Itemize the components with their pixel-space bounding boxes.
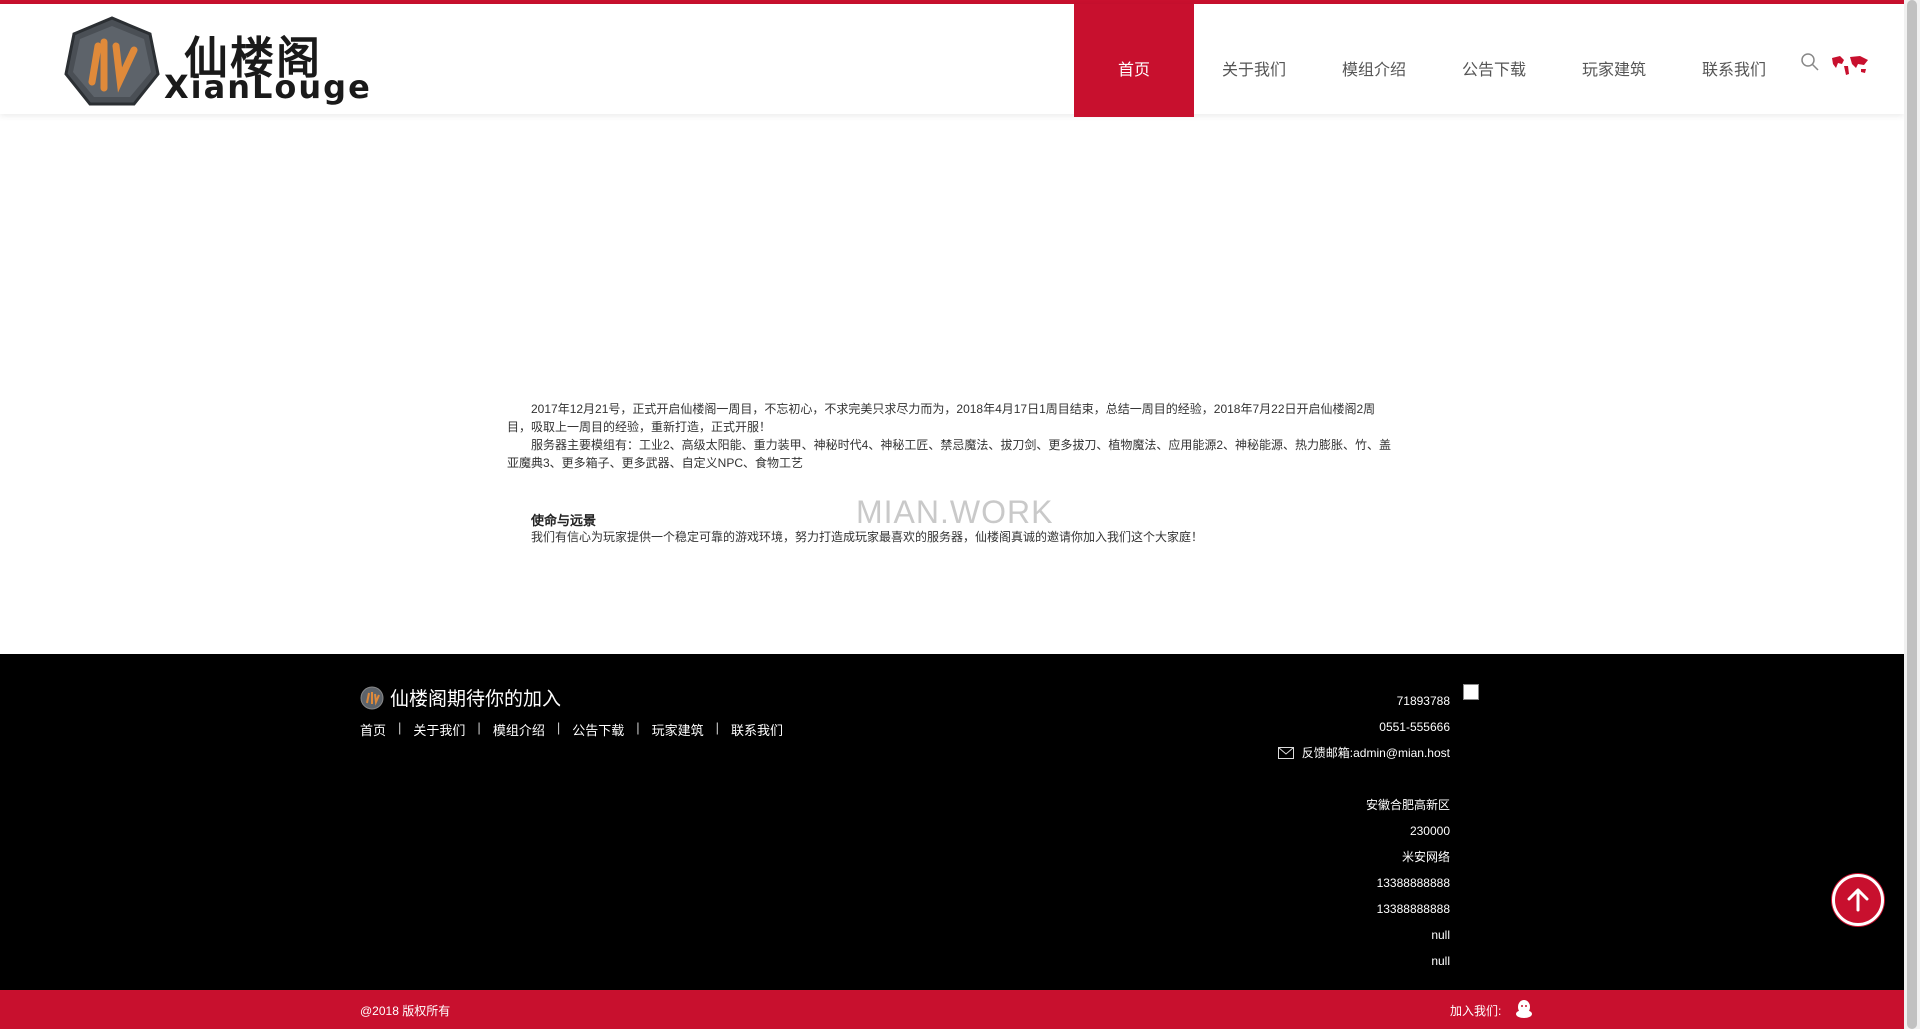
search-icon[interactable] <box>1800 52 1820 72</box>
page-scrollbar[interactable] <box>1904 0 1920 1029</box>
mission-title: 使命与远景 <box>531 513 597 528</box>
footer-logo-icon <box>360 686 384 709</box>
contact-qq: 71893788 <box>1396 694 1450 708</box>
site-footer: 仙楼阁期待你的加入 首页 | 关于我们 | 模组介绍 | 公告下载 | 玩家建筑… <box>0 654 1904 990</box>
footer-links: 首页 | 关于我们 | 模组介绍 | 公告下载 | 玩家建筑 | 联系我们 <box>360 720 783 739</box>
contact-company: 米安网络 <box>1401 850 1450 864</box>
contact-email: 反馈邮箱:admin@mian.host <box>1301 746 1450 760</box>
footer-contact-info: 71893788 0551-555666 反馈邮箱:admin@mian.hos… <box>1277 688 1450 974</box>
footer-link-separator: | <box>636 720 640 735</box>
site-header: 仙楼阁 XianLouge 首页 关于我们 模组介绍 公告下载 玩家建筑 联系我… <box>0 4 1904 117</box>
footer-link-separator: | <box>398 720 402 735</box>
nav-item-about[interactable]: 关于我们 <box>1194 4 1314 117</box>
contact-phone: 0551-555666 <box>1379 720 1450 734</box>
contact-email-row: 反馈邮箱:admin@mian.host <box>1277 740 1450 766</box>
footer-qrcode-image <box>1463 684 1479 700</box>
back-to-top-button[interactable] <box>1832 874 1884 926</box>
nav-item-builds[interactable]: 玩家建筑 <box>1554 4 1674 117</box>
nav-item-contact[interactable]: 联系我们 <box>1674 4 1794 117</box>
scrollbar-thumb[interactable] <box>1907 0 1917 1029</box>
footer-link-mods[interactable]: 模组介绍 <box>493 720 545 739</box>
contact-address: 安徽合肥高新区 <box>1365 798 1450 812</box>
nav-item-downloads[interactable]: 公告下载 <box>1434 4 1554 117</box>
footer-link-separator: | <box>477 720 481 735</box>
page: 仙楼阁 XianLouge 首页 关于我们 模组介绍 公告下载 玩家建筑 联系我… <box>0 0 1904 1029</box>
site-logo[interactable]: 仙楼阁 XianLouge <box>64 14 370 110</box>
footer-link-separator: | <box>556 720 561 735</box>
qq-penguin-icon[interactable] <box>1515 999 1533 1019</box>
footer-brand: 仙楼阁期待你的加入 <box>360 684 561 711</box>
footer-link-builds[interactable]: 玩家建筑 <box>652 720 704 739</box>
footer-link-downloads[interactable]: 公告下载 <box>572 720 624 739</box>
footer-link-separator: | <box>715 720 720 735</box>
nav-item-home[interactable]: 首页 <box>1074 4 1194 117</box>
watermark-text: MIAN.WORK <box>856 494 1054 530</box>
main-nav: 首页 关于我们 模组介绍 公告下载 玩家建筑 联系我们 <box>1074 4 1794 117</box>
logo-emblem-icon <box>64 16 160 106</box>
contact-mobile-1: 13388888888 <box>1376 876 1450 890</box>
copyright-text: @2018 版权所有 <box>360 1004 451 1018</box>
mission-text: 我们有信心为玩家提供一个稳定可靠的游戏环境，努力打造成玩家最喜欢的服务器，仙楼阁… <box>531 530 1204 544</box>
join-us-label: 加入我们: <box>1450 1004 1502 1018</box>
contact-postcode: 230000 <box>1409 824 1450 838</box>
contact-mobile-2: 13388888888 <box>1376 902 1450 916</box>
footer-brand-text: 仙楼阁期待你的加入 <box>390 689 562 710</box>
logo-english-text: XianLouge <box>164 68 372 106</box>
footer-link-home[interactable]: 首页 <box>360 720 386 739</box>
intro-paragraph-2: 服务器主要模组有：工业2、高级太阳能、重力装甲、神秘时代4、神秘工匠、禁忌魔法、… <box>507 438 1392 470</box>
intro-paragraph-1: 2017年12月21号，正式开启仙楼阁一周目，不忘初心，不求完美只求尽力而为，2… <box>507 402 1376 434</box>
globe-icon[interactable] <box>1830 54 1870 76</box>
join-us: 加入我们: <box>1450 999 1533 1019</box>
intro-text: 2017年12月21号，正式开启仙楼阁一周目，不忘初心，不求完美只求尽力而为，2… <box>507 400 1395 472</box>
arrow-up-icon <box>1847 888 1869 912</box>
footer-link-about[interactable]: 关于我们 <box>413 720 465 739</box>
contact-null-1: null <box>1431 928 1450 942</box>
copyright-bar: @2018 版权所有 加入我们: <box>0 990 1904 1029</box>
mail-icon <box>1277 747 1294 759</box>
contact-null-2: null <box>1431 954 1450 968</box>
nav-item-mods[interactable]: 模组介绍 <box>1314 4 1434 117</box>
footer-link-contact[interactable]: 联系我们 <box>731 720 783 739</box>
